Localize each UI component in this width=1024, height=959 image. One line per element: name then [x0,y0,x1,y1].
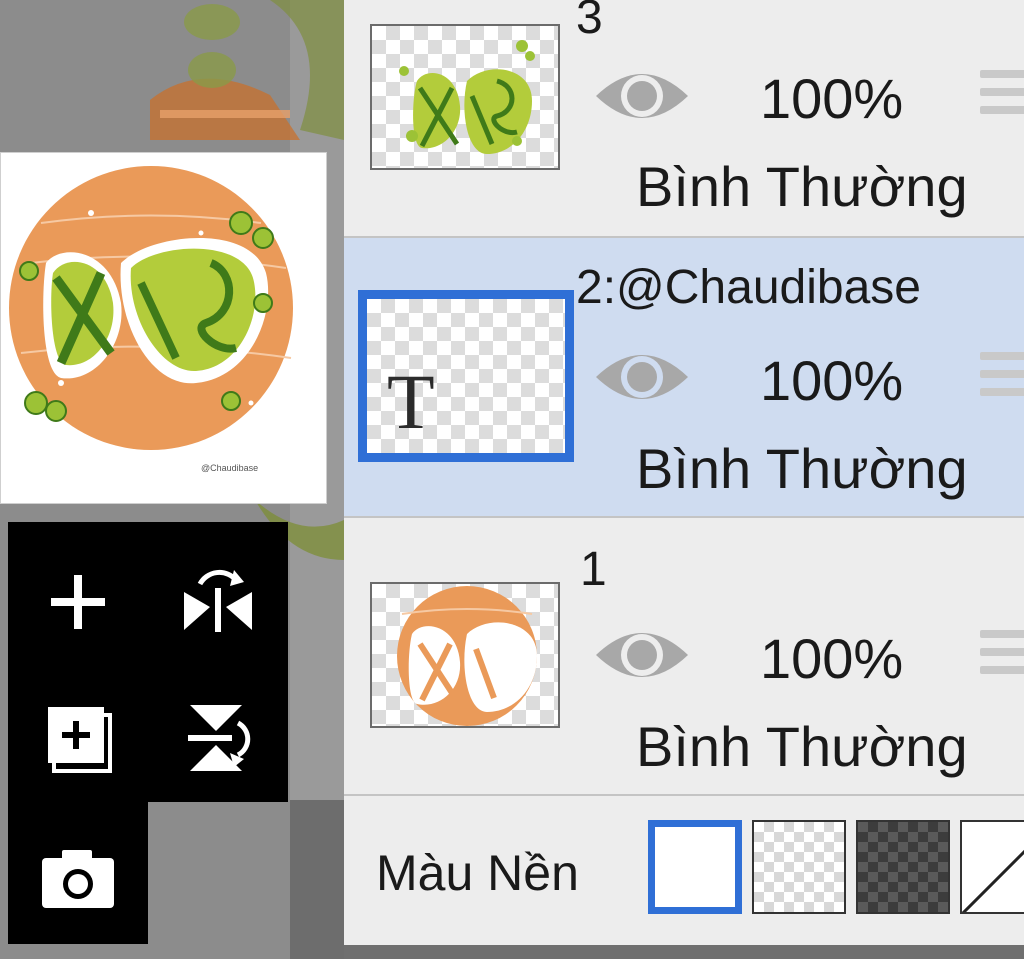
layer-opacity[interactable]: 100% [760,626,903,691]
flip-horizontal-icon [184,569,252,632]
camera-button[interactable] [28,827,128,927]
background-none-swatch[interactable] [960,820,1024,914]
layer-1-artwork [397,586,537,726]
background-white-swatch[interactable] [648,820,742,914]
layer-thumbnail[interactable]: T [358,290,574,462]
visibility-eye-icon[interactable] [592,619,692,691]
background-transparent-light-swatch[interactable] [752,820,846,914]
svg-text:@Chaudibase: @Chaudibase [201,463,258,473]
no-background-icon [962,849,1024,912]
drag-handle-icon[interactable] [980,66,1024,126]
layer-thumbnail[interactable] [370,582,560,728]
layer-3-artwork [399,40,535,154]
background-color-label: Màu Nền [376,845,579,901]
layer-row[interactable]: 3 100% Bình Thường [344,0,1024,238]
visibility-eye-icon[interactable] [592,60,692,132]
flip-vertical-button[interactable] [168,687,268,787]
drag-handle-icon[interactable] [980,626,1024,686]
drag-handle-icon[interactable] [980,348,1024,408]
add-layer-icon [51,575,105,629]
panel-bottom-edge [344,945,1024,959]
text-layer-icon: T [387,358,435,445]
canvas-preview[interactable]: @Chaudibase [0,152,327,504]
layer-name: 3 [576,0,603,44]
layer-opacity[interactable]: 100% [760,348,903,413]
blend-mode[interactable]: Bình Thường [636,436,968,501]
add-layer-button[interactable] [28,552,128,652]
layer-name: 1 [580,543,607,596]
flip-vertical-icon [188,705,251,771]
artwork-preview: @Chaudibase [9,166,293,473]
duplicate-layer-button[interactable] [28,687,128,787]
layer-row-selected[interactable]: T 2:@Chaudibase 100% Bình Thường [344,238,1024,518]
blend-mode[interactable]: Bình Thường [636,714,968,779]
blend-mode[interactable]: Bình Thường [636,154,968,219]
layer-panel: 3 100% Bình Thường T 2:@Chaudibase 100% … [344,0,1024,945]
layer-thumbnail[interactable] [370,24,560,170]
layer-row[interactable]: 1 100% Bình Thường [344,518,1024,796]
camera-icon [42,850,114,908]
duplicate-layer-icon [48,707,112,773]
layer-toolbox [8,522,288,944]
visibility-eye-icon[interactable] [592,341,692,413]
layer-name: 2:@Chaudibase [576,261,921,314]
flip-horizontal-button[interactable] [168,552,268,652]
layer-opacity[interactable]: 100% [760,66,903,131]
canvas-area[interactable]: @Chaudibase [0,0,344,959]
background-transparent-dark-swatch[interactable] [856,820,950,914]
